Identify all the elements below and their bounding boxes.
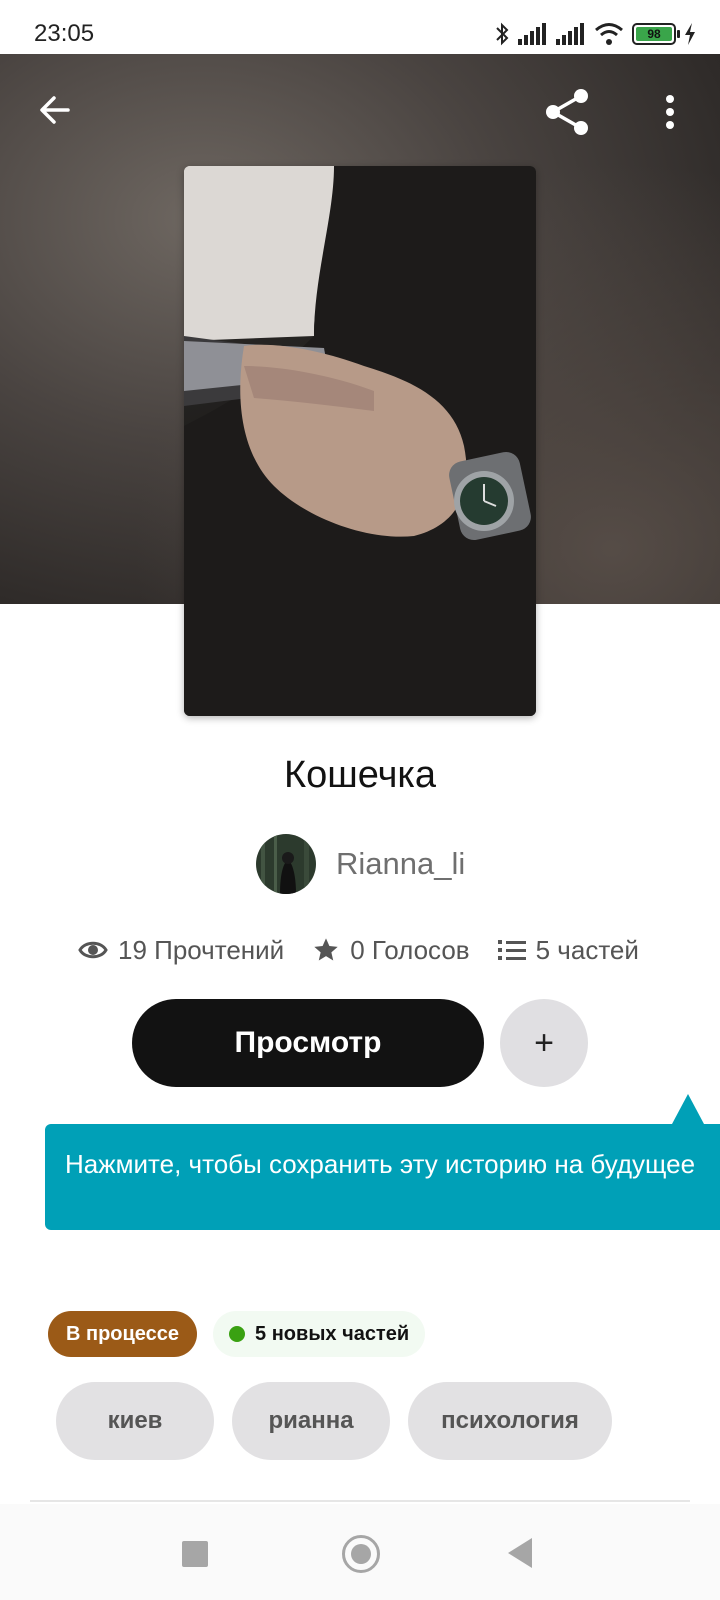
tag-chip[interactable]: киев xyxy=(56,1382,214,1460)
share-button[interactable] xyxy=(540,84,596,140)
back-button[interactable] xyxy=(30,84,82,136)
tooltip-arrow xyxy=(672,1094,704,1124)
cover-illustration xyxy=(184,166,536,716)
more-vertical-icon xyxy=(666,95,674,129)
new-parts-badge: 5 новых частей xyxy=(213,1311,426,1357)
read-button[interactable]: Просмотр xyxy=(132,999,484,1087)
home-button[interactable] xyxy=(342,1535,380,1573)
charging-icon xyxy=(685,23,695,45)
votes-stat: 0 Голосов xyxy=(312,934,470,966)
status-badge: В процессе xyxy=(48,1311,198,1357)
bluetooth-icon xyxy=(496,22,509,46)
list-icon xyxy=(497,940,526,960)
status-bar: 23:05 98 xyxy=(0,0,720,54)
status-icons: 98 xyxy=(494,20,696,48)
avatar[interactable] xyxy=(256,834,316,894)
status-time: 23:05 xyxy=(34,20,95,47)
story-badges: В процессе 5 новых частей xyxy=(48,1310,426,1358)
parts-stat[interactable]: 5 частей xyxy=(497,935,639,966)
arrow-left-icon xyxy=(40,96,70,124)
parts-count[interactable]: 5 частей xyxy=(536,935,639,966)
author-name[interactable]: Rianna_li xyxy=(336,846,465,882)
votes-count: 0 Голосов xyxy=(350,934,470,965)
reads-stat: 19 Прочтений xyxy=(78,935,284,966)
new-dot-icon xyxy=(229,1326,246,1342)
reads-count: 19 Прочтений xyxy=(118,934,285,965)
tooltip-text: Нажмите, чтобы сохранить эту историю на … xyxy=(65,1149,696,1179)
divider xyxy=(30,1500,690,1502)
share-icon xyxy=(546,89,588,135)
eye-icon xyxy=(78,941,108,959)
signal-icon xyxy=(518,23,546,45)
tag-list: киев рианна психология xyxy=(56,1382,612,1460)
story-title: Кошечка xyxy=(283,754,437,796)
cover-image[interactable] xyxy=(184,166,536,716)
author-row[interactable]: Rianna_li xyxy=(256,834,465,894)
story-stats: 19 Прочтений 0 Голосов 5 частей xyxy=(78,930,639,970)
battery-level: 98 xyxy=(636,27,672,41)
nav-back-button[interactable] xyxy=(508,1538,532,1568)
add-to-library-button[interactable]: + xyxy=(500,999,588,1087)
tag-chip[interactable]: рианна xyxy=(232,1382,390,1460)
signal-icon-2 xyxy=(556,23,584,45)
tag-chip[interactable]: психология xyxy=(408,1382,612,1460)
save-tooltip[interactable]: Нажмите, чтобы сохранить эту историю на … xyxy=(45,1124,720,1230)
battery-icon: 98 xyxy=(632,23,680,45)
recents-button[interactable] xyxy=(182,1541,208,1567)
avatar-image xyxy=(256,834,316,894)
wifi-icon xyxy=(595,23,623,45)
more-options-button[interactable] xyxy=(650,84,690,140)
new-parts-label: 5 новых частей xyxy=(255,1322,410,1345)
star-icon xyxy=(314,938,338,961)
